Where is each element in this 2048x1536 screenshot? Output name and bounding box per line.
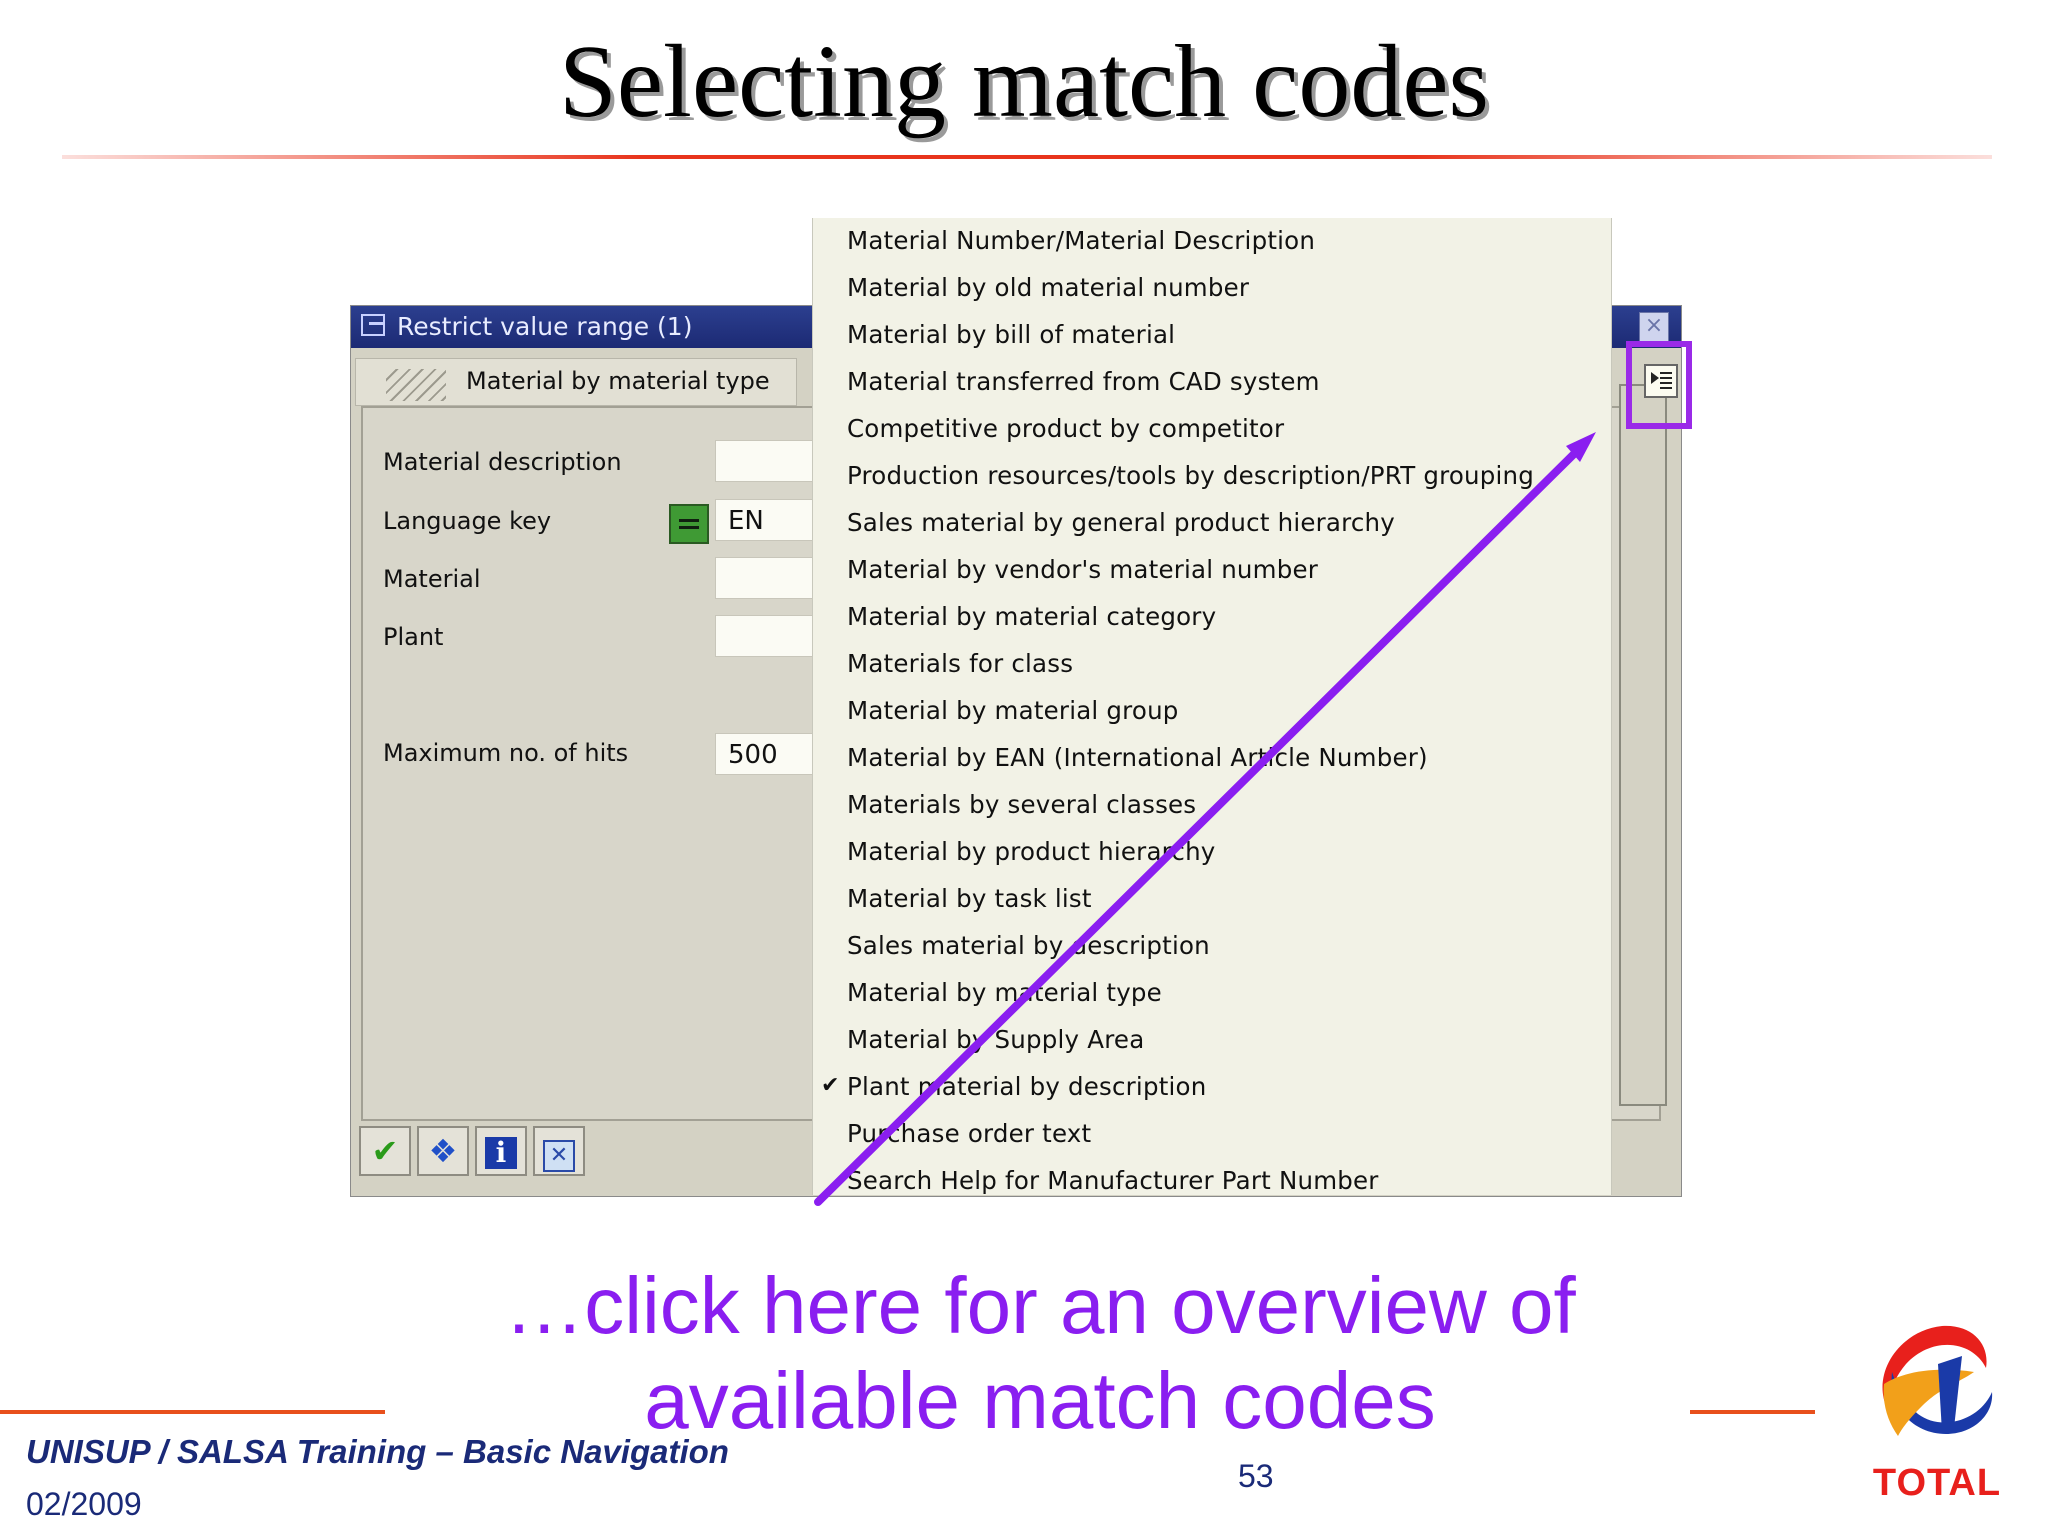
field-label-plant: Plant	[383, 623, 444, 651]
field-label-material-description: Material description	[383, 448, 622, 476]
tab-hatch-icon	[386, 369, 446, 401]
list-item[interactable]: Production resources/tools by descriptio…	[847, 461, 1534, 490]
ok-icon[interactable]: ✔	[359, 1126, 411, 1176]
close-icon[interactable]: ×	[1639, 312, 1669, 342]
list-button-highlight	[1626, 341, 1692, 429]
list-item[interactable]: Material by EAN (International Article N…	[847, 743, 1428, 772]
list-item[interactable]: Materials by several classes	[847, 790, 1196, 819]
list-item[interactable]: Material by material group	[847, 696, 1179, 725]
cancel-icon[interactable]: ✕	[533, 1126, 585, 1176]
tab-label: Material by material type	[466, 367, 770, 395]
list-item[interactable]: Material by old material number	[847, 273, 1249, 302]
checkmark-icon: ✔	[821, 1073, 840, 1098]
page-number: 53	[1238, 1458, 1274, 1494]
dialog-toolbar: ✔ ❖ i ✕	[359, 1126, 585, 1180]
tab-material-by-material-type[interactable]: Material by material type	[355, 358, 797, 406]
footer-course-title: UNISUP / SALSA Training – Basic Navigati…	[26, 1433, 729, 1470]
footer-rule-right	[1690, 1410, 1815, 1414]
list-item[interactable]: Materials for class	[847, 649, 1073, 678]
list-item[interactable]: Material by material type	[847, 978, 1162, 1007]
caption-line-1: …click here for an overview of	[504, 1261, 1576, 1350]
window-icon	[361, 314, 385, 336]
list-item[interactable]: Material by vendor's material number	[847, 555, 1318, 584]
list-item[interactable]: Material Number/Material Description	[847, 226, 1315, 255]
list-item[interactable]: Competitive product by competitor	[847, 414, 1284, 443]
list-item[interactable]: Material by product hierarchy	[847, 837, 1216, 866]
list-item[interactable]: Material by task list	[847, 884, 1092, 913]
logo-wordmark: TOTAL	[1872, 1462, 2002, 1504]
title-divider	[62, 155, 1992, 159]
dialog-title: Restrict value range (1)	[397, 312, 693, 341]
list-item[interactable]: Material by bill of material	[847, 320, 1175, 349]
list-item[interactable]: Purchase order text	[847, 1119, 1091, 1148]
selection-option-button[interactable]	[669, 504, 709, 544]
list-item[interactable]: Sales material by general product hierar…	[847, 508, 1395, 537]
field-label-language-key: Language key	[383, 507, 552, 535]
match-code-list: Material Number/Material Description Mat…	[812, 218, 1612, 1195]
footer-rule-left	[0, 1410, 385, 1414]
instruction-caption: …click here for an overview of available…	[450, 1258, 1630, 1448]
list-item[interactable]: Sales material by description	[847, 931, 1210, 960]
field-label-maximum-hits: Maximum no. of hits	[383, 739, 629, 767]
list-item-selected[interactable]: Plant material by description	[847, 1072, 1206, 1101]
dialog-right-frame	[1619, 384, 1667, 1106]
footer-date: 02/2009	[26, 1486, 142, 1522]
list-item[interactable]: Material transferred from CAD system	[847, 367, 1320, 396]
field-label-material: Material	[383, 565, 481, 593]
slide-title: Selecting match codes	[559, 24, 1489, 139]
list-item[interactable]: Material by Supply Area	[847, 1025, 1144, 1054]
find-icon[interactable]: ❖	[417, 1126, 469, 1176]
info-icon[interactable]: i	[475, 1126, 527, 1176]
list-item[interactable]: Material by material category	[847, 602, 1216, 631]
list-item[interactable]: Search Help for Manufacturer Part Number	[847, 1166, 1379, 1195]
